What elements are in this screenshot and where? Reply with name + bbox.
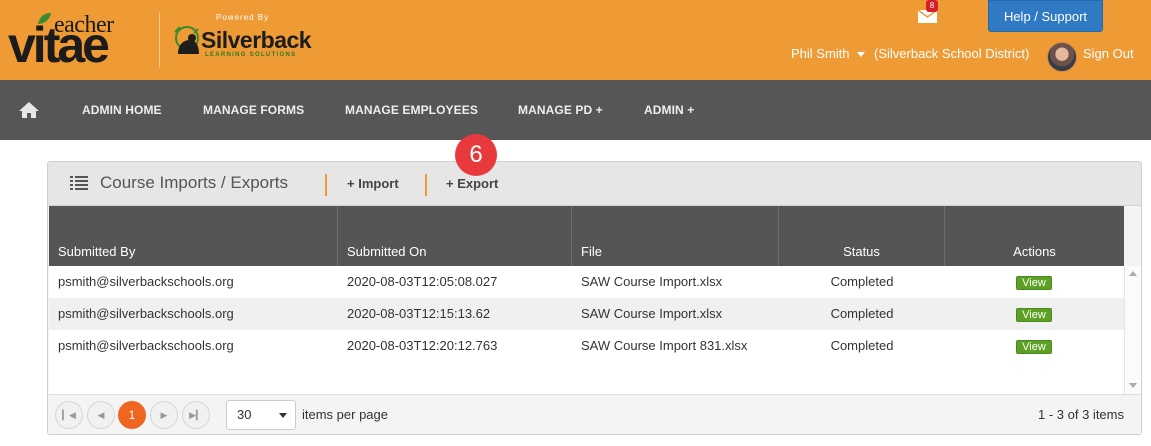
table-row[interactable]: psmith@silverbackschools.org 2020-08-03T… <box>49 298 1124 330</box>
first-page-icon[interactable]: ▎◀ <box>55 401 83 429</box>
cell-submitted-by: psmith@silverbackschools.org <box>58 306 234 321</box>
powered-by-text: Powered By <box>216 13 270 22</box>
column-header-file[interactable]: File <box>572 206 779 266</box>
scroll-up-icon[interactable] <box>1129 271 1137 276</box>
nav-admin[interactable]: ADMIN + <box>644 80 694 140</box>
teacher-vitae-logo[interactable]: eacher vitae <box>8 6 150 72</box>
cell-status: Completed <box>830 306 894 321</box>
list-icon <box>70 176 88 190</box>
home-icon[interactable] <box>18 101 40 119</box>
grid-body: psmith@silverbackschools.org 2020-08-03T… <box>49 266 1124 394</box>
page-size-value: 30 <box>237 407 252 422</box>
cell-submitted-on: 2020-08-03T12:20:12.763 <box>347 338 498 353</box>
chevron-down-icon[interactable] <box>857 52 865 57</box>
cell-file: SAW Course Import.xlsx <box>581 274 723 289</box>
column-header-status[interactable]: Status <box>779 206 945 266</box>
silverback-logo: Silverback LEARNING SOLUTIONS <box>172 22 332 62</box>
cell-submitted-by: psmith@silverbackschools.org <box>58 338 234 353</box>
course-imports-panel: Course Imports / Exports + Import + Expo… <box>47 161 1142 435</box>
silverback-subtitle: LEARNING SOLUTIONS <box>205 52 297 58</box>
page-size-select[interactable]: 30 <box>226 400 296 430</box>
header-separator <box>325 174 327 196</box>
user-name-menu[interactable]: Phil Smith <box>791 44 850 64</box>
next-page-icon[interactable]: ▶ <box>150 401 178 429</box>
grid-pager: ▎◀ ◀ 1 ▶ ▶▎ 30 items per page 1 - 3 of 3… <box>48 394 1141 434</box>
grid-header: Submitted By Submitted On File Status Ac… <box>49 206 1124 266</box>
table-row[interactable]: psmith@silverbackschools.org 2020-08-03T… <box>49 266 1124 298</box>
main-nav: ADMIN HOME MANAGE FORMS MANAGE EMPLOYEES… <box>0 80 1151 140</box>
avatar[interactable] <box>1047 42 1077 72</box>
view-button[interactable]: View <box>1016 340 1052 354</box>
current-page-button[interactable]: 1 <box>118 401 146 429</box>
nav-manage-pd[interactable]: MANAGE PD + <box>518 80 603 140</box>
sign-out-link[interactable]: Sign Out <box>1083 44 1134 64</box>
items-per-page-label: items per page <box>302 407 388 422</box>
column-header-submitted-by[interactable]: Submitted By <box>49 206 338 266</box>
cell-file: SAW Course Import.xlsx <box>581 306 723 321</box>
help-support-button[interactable]: Help / Support <box>988 0 1103 32</box>
nav-admin-home[interactable]: ADMIN HOME <box>82 80 162 140</box>
step-number-badge: 6 <box>455 134 497 176</box>
view-button[interactable]: View <box>1016 308 1052 322</box>
column-header-actions: Actions <box>1013 244 1056 259</box>
nav-manage-forms[interactable]: MANAGE FORMS <box>203 80 304 140</box>
cell-submitted-on: 2020-08-03T12:15:13.62 <box>347 306 491 321</box>
cell-status: Completed <box>830 274 894 289</box>
chevron-down-icon <box>279 413 287 418</box>
district-name: (Silverback School District) <box>874 46 1030 61</box>
view-button[interactable]: View <box>1016 276 1052 290</box>
cell-submitted-on: 2020-08-03T12:05:08.027 <box>347 274 498 289</box>
scroll-down-icon[interactable] <box>1129 383 1137 388</box>
grid-scrollbar[interactable] <box>1124 266 1141 394</box>
import-button[interactable]: + Import <box>347 176 399 191</box>
export-button[interactable]: + Export <box>446 176 498 191</box>
last-page-icon[interactable]: ▶▎ <box>182 401 210 429</box>
panel-header: Course Imports / Exports + Import + Expo… <box>48 162 1141 206</box>
column-header-submitted-on[interactable]: Submitted On <box>338 206 572 266</box>
header-separator <box>425 174 427 196</box>
table-row[interactable]: psmith@silverbackschools.org 2020-08-03T… <box>49 330 1124 362</box>
nav-manage-employees[interactable]: MANAGE EMPLOYEES <box>345 80 478 140</box>
gorilla-icon <box>174 26 199 54</box>
header-bar: eacher vitae Powered By Silverback LEARN… <box>0 0 1151 80</box>
previous-page-icon[interactable]: ◀ <box>87 401 115 429</box>
items-count: 1 - 3 of 3 items <box>1038 407 1124 422</box>
mail-count-badge: 8 <box>926 0 938 12</box>
panel-title: Course Imports / Exports <box>100 173 289 192</box>
logo-vitae-text: vitae <box>8 17 110 73</box>
cell-submitted-by: psmith@silverbackschools.org <box>58 274 234 289</box>
logo-divider <box>159 12 160 68</box>
cell-file: SAW Course Import 831.xlsx <box>581 338 748 353</box>
silverback-name: Silverback <box>201 27 312 53</box>
cell-status: Completed <box>830 338 894 353</box>
